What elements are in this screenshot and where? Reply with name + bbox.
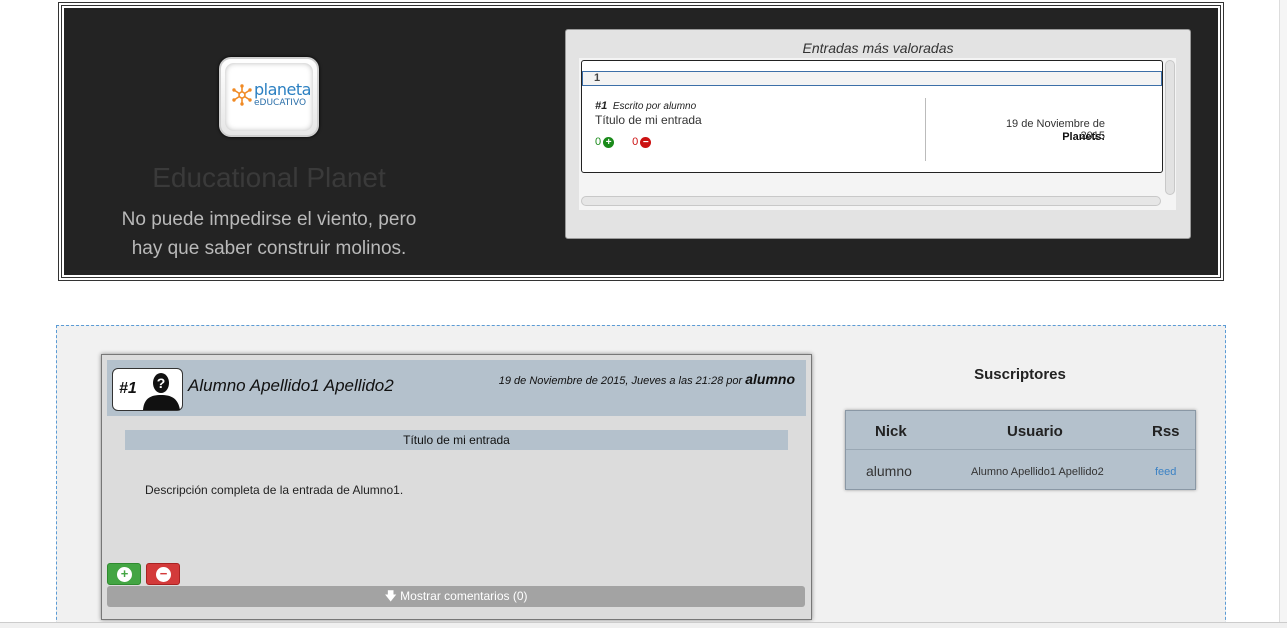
plus-circle-icon: + xyxy=(117,567,132,582)
table-row: alumno Alumno Apellido1 Apellido2 feed xyxy=(846,449,1195,489)
main-content: #1 ? Alumno Apellido1 Apellido2 19 de No… xyxy=(56,325,1226,628)
downvote-button[interactable]: − xyxy=(146,563,180,585)
slogan-line-2: hay que saber construir molinos. xyxy=(131,238,407,259)
logo-text-educativo: eDUCATIVO xyxy=(254,98,307,108)
upvote-count: 0 xyxy=(595,136,602,148)
column-header-nick: Nick xyxy=(875,423,907,440)
post-author-name[interactable]: Alumno Apellido1 Apellido2 xyxy=(188,376,394,396)
post-card: #1 ? Alumno Apellido1 Apellido2 19 de No… xyxy=(101,354,812,620)
header-inner: planeta eDUCATIVO Educational Planet No … xyxy=(61,5,1221,278)
top-rated-rank: 1 xyxy=(582,71,1162,86)
slogan-line-1: No puede impedirse el viento, pero xyxy=(121,209,417,230)
minus-circle-icon: − xyxy=(156,567,171,582)
subscribers-table-header: Nick Usuario Rss xyxy=(846,411,1195,449)
top-rated-votes: 0 + 0 − xyxy=(595,136,652,148)
page-vertical-scrollbar[interactable] xyxy=(1279,0,1287,628)
top-rated-upvotes[interactable]: 0 + xyxy=(595,136,615,148)
top-rated-meta: #1 Escrito por alumno xyxy=(595,100,696,112)
network-icon xyxy=(232,84,252,106)
post-author-nick[interactable]: alumno xyxy=(745,371,795,387)
top-rated-heading: Entradas más valoradas xyxy=(802,40,954,56)
top-rated-entry-title[interactable]: Título de mi entrada xyxy=(595,113,702,127)
post-description: Descripción completa de la entrada de Al… xyxy=(145,483,404,497)
top-rated-entry[interactable]: 1 #1 Escrito por alumno Título de mi ent… xyxy=(581,60,1163,173)
site-title: Educational Planet xyxy=(152,162,386,193)
top-rated-written-by: Escrito por alumno xyxy=(612,101,697,112)
top-rated-scroll-area[interactable]: 1 #1 Escrito por alumno Título de mi ent… xyxy=(579,58,1176,210)
post-header: #1 ? Alumno Apellido1 Apellido2 19 de No… xyxy=(107,360,806,416)
unknown-user-icon: ? xyxy=(143,373,180,410)
subscriber-usuario: Alumno Apellido1 Apellido2 xyxy=(971,466,1104,478)
column-header-rss: Rss xyxy=(1152,423,1180,440)
minus-circle-icon: − xyxy=(640,136,652,148)
subscribers-table: Nick Usuario Rss alumno Alumno Apellido1… xyxy=(845,410,1196,490)
show-comments-label: Mostrar comentarios (0) xyxy=(400,589,528,603)
post-title: Título de mi entrada xyxy=(125,430,788,450)
post-date: 19 de Noviembre de 2015, Jueves a las 21… xyxy=(499,371,795,387)
plus-circle-icon: + xyxy=(603,136,615,148)
header-banner: planeta eDUCATIVO Educational Planet No … xyxy=(58,2,1224,281)
top-rated-downvotes[interactable]: 0 − xyxy=(632,136,652,148)
author-avatar[interactable]: #1 ? xyxy=(112,368,183,411)
column-header-usuario: Usuario xyxy=(1007,423,1063,440)
horizontal-scrollbar[interactable] xyxy=(581,196,1161,206)
divider xyxy=(925,98,926,161)
arrow-down-icon: 🡇 xyxy=(384,589,397,603)
top-rated-widget: Entradas más valoradas 1 #1 Escrito por … xyxy=(565,29,1191,239)
top-rated-entry-number: #1 xyxy=(595,100,608,112)
page-horizontal-scrollbar[interactable] xyxy=(0,622,1287,628)
top-rated-planets-label: Planets: xyxy=(1062,131,1105,143)
subscribers-title: Suscriptores xyxy=(974,366,1066,383)
post-date-text: 19 de Noviembre de 2015, Jueves a las 21… xyxy=(498,375,743,387)
site-slogan: No puede impedirse el viento, pero hay q… xyxy=(84,205,454,263)
upvote-button[interactable]: + xyxy=(107,563,141,585)
downvote-count: 0 xyxy=(632,136,639,148)
logo-text-planeta: planeta xyxy=(254,80,311,99)
vertical-scrollbar[interactable] xyxy=(1165,60,1175,195)
subscriber-rss-link[interactable]: feed xyxy=(1155,466,1176,478)
svg-text:?: ? xyxy=(157,375,166,391)
post-number: #1 xyxy=(119,380,137,397)
show-comments-button[interactable]: 🡇 Mostrar comentarios (0) xyxy=(107,586,805,607)
site-logo[interactable]: planeta eDUCATIVO xyxy=(219,57,319,137)
subscriber-nick[interactable]: alumno xyxy=(866,463,912,479)
